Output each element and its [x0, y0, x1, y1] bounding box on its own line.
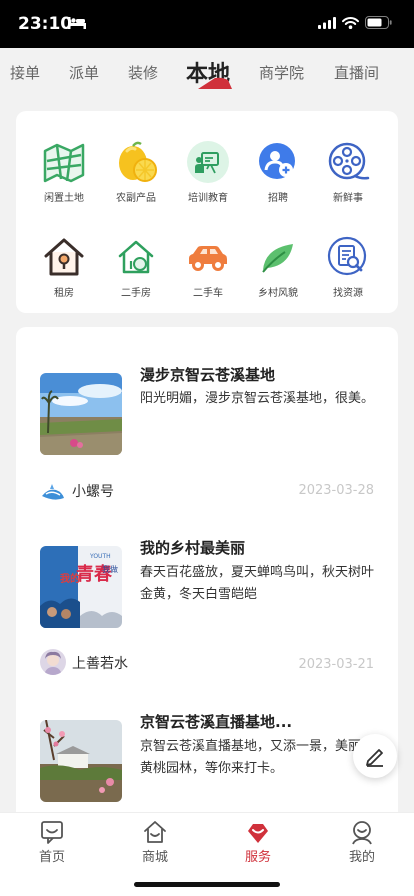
- post-description: 阳光明媚，漫步京智云苍溪基地，很美。: [140, 391, 375, 406]
- nav-label: 服务: [244, 850, 271, 865]
- leaf-icon: [262, 244, 293, 273]
- category-news[interactable]: 新鲜事: [313, 139, 383, 204]
- post-title: 漫步京智云苍溪基地: [140, 366, 276, 384]
- category-second-car[interactable]: 二手车: [173, 234, 243, 299]
- thumb-youth-text: YOUTH: [89, 553, 111, 560]
- avatar: [40, 649, 66, 675]
- top-tabs: 接单 派单 装修 本地 商学院 直播间: [0, 48, 414, 100]
- post-author: 上善若水: [72, 656, 128, 672]
- post-thumbnail: [40, 720, 122, 802]
- active-tab-indicator: [198, 77, 232, 89]
- category-label: 二手车: [193, 288, 223, 299]
- category-label: 租房: [54, 288, 74, 299]
- compose-post-button[interactable]: [353, 734, 397, 778]
- post-feed: 漫步京智云苍溪基地 阳光明媚，漫步京智云苍溪基地，很美。 小螺号 2023-03…: [16, 327, 398, 896]
- category-second-house[interactable]: 二手房: [101, 234, 171, 299]
- nav-label: 首页: [38, 850, 65, 865]
- shop-house-icon: [144, 821, 166, 843]
- category-label: 招聘: [268, 193, 288, 204]
- category-rural-scenery[interactable]: 乡村风貌: [243, 234, 313, 299]
- document-search-icon: [327, 236, 367, 276]
- service-heart-icon: [248, 824, 268, 843]
- tab-jiedan[interactable]: 接单: [10, 62, 40, 83]
- post-thumbnail: [40, 373, 122, 455]
- add-user-icon: [259, 143, 295, 179]
- sleep-mode-icon: [68, 17, 86, 29]
- battery-icon: [365, 16, 392, 29]
- nav-item-mine[interactable]: 我的: [332, 819, 392, 865]
- category-recruit[interactable]: 招聘: [243, 139, 313, 204]
- category-idle-land[interactable]: 闲置土地: [29, 139, 99, 204]
- tab-paidan[interactable]: 派单: [69, 62, 99, 83]
- category-grid: 闲置土地 农副产品 培训教育 招聘 新鲜事 租房 二手房 二手车 乡村风貌 找资…: [16, 111, 398, 313]
- tab-shangxueyuan[interactable]: 商学院: [259, 62, 304, 83]
- nav-item-mall[interactable]: 商城: [125, 819, 185, 865]
- house-icon: [118, 240, 154, 274]
- category-find-resources[interactable]: 找资源: [313, 234, 383, 299]
- thumb-wozuo-text: 我做: [102, 564, 118, 574]
- house-lock-icon: [44, 238, 84, 276]
- category-training[interactable]: 培训教育: [173, 139, 243, 204]
- profile-smile-icon: [352, 821, 372, 845]
- status-time: 23:10: [18, 14, 73, 34]
- home-indicator: [134, 882, 280, 887]
- tab-zhibojian[interactable]: 直播间: [334, 62, 379, 83]
- nav-item-home[interactable]: 首页: [22, 819, 82, 865]
- training-board-icon: [187, 141, 229, 183]
- post-title: 我的乡村最美丽: [140, 539, 246, 557]
- post-title: 京智云苍溪直播基地...: [140, 713, 293, 731]
- category-rent[interactable]: 租房: [29, 234, 99, 299]
- car-icon: [189, 246, 227, 271]
- post-description: 春天百花盛放，夏天蝉鸣鸟叫，秋天树叶金黄，冬天白雪皑皑: [140, 565, 375, 602]
- status-bar: 23:10: [0, 0, 414, 48]
- category-label: 乡村风貌: [258, 288, 298, 299]
- home-chat-icon: [41, 821, 63, 844]
- lemon-icon: [119, 141, 157, 182]
- signal-icon: [318, 16, 336, 29]
- category-farm-products[interactable]: 农副产品: [101, 139, 171, 204]
- category-label: 新鲜事: [333, 193, 363, 204]
- nav-label: 我的: [348, 850, 375, 865]
- nav-item-service[interactable]: 服务: [228, 819, 288, 865]
- avatar: [40, 478, 66, 504]
- wifi-icon: [342, 16, 359, 29]
- post-date: 2023-03-28: [298, 483, 374, 498]
- land-map-icon: [43, 143, 85, 183]
- post-thumbnail: YOUTH 我的 青春 我做: [40, 546, 122, 628]
- tab-zhuangxiu[interactable]: 装修: [128, 62, 158, 83]
- category-label: 闲置土地: [44, 193, 84, 204]
- category-label: 找资源: [333, 288, 363, 299]
- film-reel-icon: [328, 142, 370, 180]
- post-description: 京智云苍溪直播基地，又添一景，美丽的黄桃园林，等你来打卡。: [140, 739, 375, 776]
- category-label: 二手房: [121, 288, 151, 299]
- edit-pencil-icon: [366, 749, 383, 767]
- category-label: 农副产品: [116, 193, 156, 204]
- category-label: 培训教育: [188, 193, 228, 204]
- nav-label: 商城: [141, 850, 168, 865]
- post-author: 小螺号: [72, 484, 114, 500]
- post-date: 2023-03-21: [298, 657, 374, 672]
